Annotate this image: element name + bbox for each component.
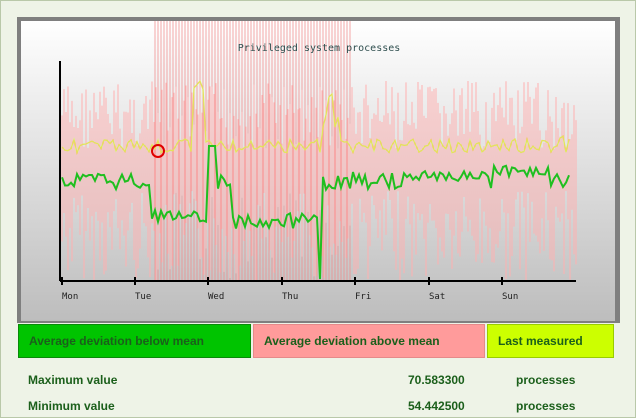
x-tick-label: Sun: [502, 292, 518, 302]
stats-table: Maximum value 70.583300 processes Minimu…: [28, 366, 588, 418]
x-tick-label: Tue: [135, 292, 151, 302]
legend-below-mean: Average deviation below mean: [18, 324, 251, 358]
chart-title: Privileged system processes: [238, 43, 401, 54]
stat-row-min: Minimum value 54.442500 processes: [28, 399, 576, 413]
stat-row-max: Maximum value 70.583300 processes: [28, 373, 576, 387]
legend-above-mean: Average deviation above mean: [253, 324, 485, 358]
legend-last-measured: Last measured: [487, 324, 614, 358]
x-tick-label: Sat: [429, 292, 445, 302]
x-tick-label: Thu: [282, 292, 298, 302]
x-tick-label: Mon: [62, 292, 78, 302]
x-tick-label: Wed: [208, 292, 224, 302]
chart-panel: Privileged system processes Mon Tue Wed Thu…: [17, 17, 620, 323]
process-chart: Privileged system processes Mon Tue Wed Thu…: [21, 21, 615, 321]
x-tick-label: Fri: [355, 292, 371, 302]
